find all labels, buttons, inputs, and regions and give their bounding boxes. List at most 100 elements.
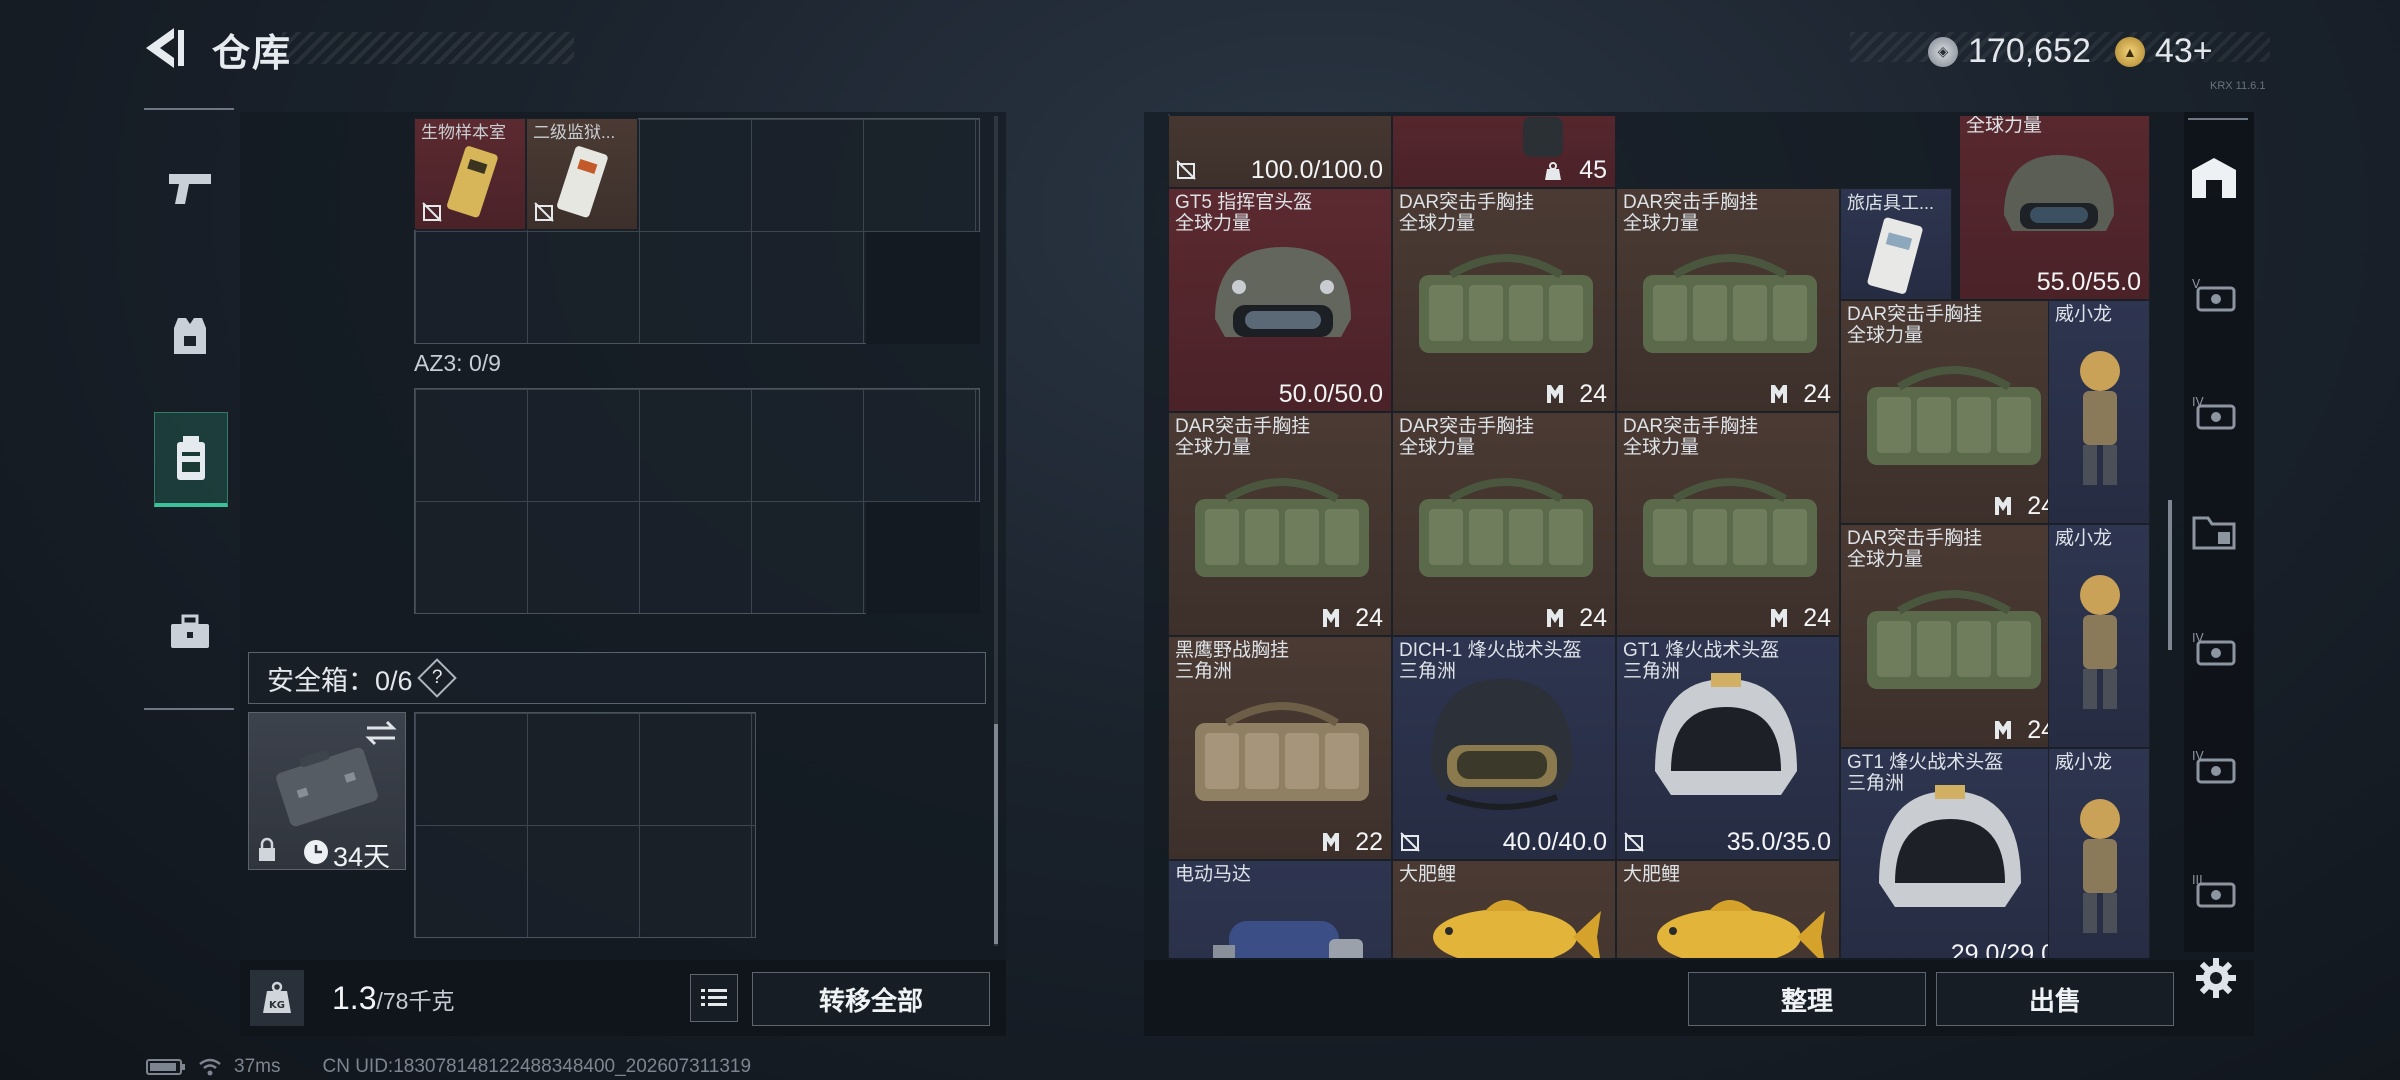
- helmet-icon: [1879, 785, 2021, 907]
- safe-box-slot[interactable]: 34天: [248, 712, 406, 870]
- inventory-scrollbar-thumb[interactable]: [2168, 500, 2172, 650]
- currency-gold-value[interactable]: 43+: [2155, 32, 2213, 71]
- inventory-item[interactable]: DAR突击手胸挂 全球力量 24: [1392, 412, 1616, 636]
- sidebar-storage[interactable]: [2188, 152, 2240, 204]
- inventory-item[interactable]: DAR突击手胸挂 全球力量 24: [1840, 524, 2064, 748]
- currency-silver-value: 170,652: [1968, 32, 2091, 70]
- item-durability: 55.0/55.0: [2036, 268, 2141, 296]
- inventory-item[interactable]: 电动马达: [1168, 860, 1392, 958]
- nav-armor[interactable]: [154, 300, 226, 372]
- item-durability: 24: [1803, 604, 1831, 632]
- inventory-item[interactable]: GT1 烽火战术头盔 三角洲 35.0/35.0: [1616, 636, 1840, 860]
- transfer-all-button[interactable]: 转移全部: [752, 972, 990, 1026]
- sell-button[interactable]: 出售: [1936, 972, 2174, 1026]
- item-count: 45: [1579, 156, 1607, 184]
- swap-icon[interactable]: [363, 719, 399, 747]
- safe-box-grid[interactable]: [414, 712, 756, 938]
- stash-scrollbar-thumb[interactable]: [994, 724, 998, 944]
- keycard-icon: [1867, 217, 1923, 294]
- kg-weight-icon: KG: [263, 981, 291, 1013]
- nav-weapons[interactable]: [154, 152, 226, 224]
- inventory-item[interactable]: GT1 烽火战术头盔 三角洲 29.0/29.0: [1840, 748, 2064, 958]
- keycard-icon: [447, 146, 498, 218]
- inventory-item[interactable]: 威小龙: [2048, 300, 2150, 524]
- help-icon[interactable]: ?: [416, 658, 457, 698]
- sidebar-tier-iii[interactable]: III: [2188, 866, 2240, 918]
- folder-icon: [2192, 516, 2236, 550]
- inventory-item[interactable]: GT5 指挥官头盔 全球力量 50.0/50.0: [1168, 188, 1392, 412]
- nav-case[interactable]: [154, 596, 226, 668]
- item-durability: 22: [1355, 828, 1383, 856]
- sidebar-tier-iv-a[interactable]: IV: [2188, 388, 2240, 440]
- lock-icon: [259, 837, 275, 861]
- armor-vest-icon: [174, 318, 206, 354]
- chest-rig-icon: [1195, 478, 1369, 577]
- page-title: 仓库: [212, 33, 293, 75]
- inventory-item[interactable]: DAR突击手胸挂 全球力量 24: [1616, 412, 1840, 636]
- stash-item[interactable]: 二级监狱...: [526, 118, 638, 230]
- safe-box-header: 安全箱：0/6 ?: [248, 652, 986, 704]
- inventory-item[interactable]: 旅店具工...: [1840, 188, 1952, 300]
- inventory-item[interactable]: 45: [1392, 116, 1616, 188]
- inventory-item[interactable]: 大肥鲤: [1616, 860, 1840, 958]
- gear-icon: [2196, 958, 2236, 998]
- inventory-item[interactable]: 威小龙: [2048, 748, 2150, 958]
- sidebar-tier-v[interactable]: V: [2188, 270, 2240, 322]
- tier-iv-icon: IV: [2192, 395, 2236, 430]
- inventory-item[interactable]: 威小龙: [2048, 524, 2150, 748]
- status-bar: 37ms CN UID:183078148122488348400_202607…: [146, 1056, 751, 1078]
- durability-icon: [1323, 833, 1339, 851]
- gold-coin-icon: ▲: [2114, 36, 2145, 67]
- item-durability: 40.0/40.0: [1502, 828, 1607, 856]
- item-durability: 29.0/29.0: [1950, 940, 2055, 958]
- list-icon: [701, 989, 727, 1006]
- version-note: KRX 11.6.1: [2210, 80, 2266, 92]
- inventory-item[interactable]: DAR突击手胸挂 全球力量 24: [1168, 412, 1392, 636]
- nav-divider-top: [144, 108, 234, 110]
- chest-rig-icon: [1867, 366, 2041, 465]
- item-durability: 24: [1355, 604, 1383, 632]
- inventory-grid[interactable]: 100.0/100.0 45 全球力量 55.0/55.0 GT5 指挥官头盔全…: [1168, 116, 2150, 958]
- back-button[interactable]: [140, 24, 188, 72]
- item-durability: 50.0/50.0: [1278, 380, 1383, 408]
- inventory-item[interactable]: DAR突击手胸挂 全球力量 24: [1616, 188, 1840, 412]
- safe-case-icon: [276, 747, 378, 827]
- inventory-item[interactable]: DICH-1 烽火战术头盔 三角洲 40.0/40.0: [1392, 636, 1616, 860]
- helmet-icon: [1431, 679, 1573, 810]
- silver-coin-icon: ◈: [1928, 36, 1958, 67]
- battery-icon: [146, 1059, 185, 1075]
- weight-icon-box: KG: [250, 970, 304, 1026]
- no-lock-icon: [534, 202, 554, 222]
- chest-rig-icon: [1419, 478, 1593, 577]
- nav-backpack[interactable]: [154, 412, 228, 507]
- settings-button[interactable]: [2194, 956, 2238, 1000]
- durability-icon: [1771, 609, 1787, 627]
- stash-item[interactable]: 生物样本室: [414, 118, 526, 230]
- durability-icon: [1547, 385, 1563, 403]
- nav-divider-bottom: [144, 708, 234, 710]
- uid-text: CN UID:183078148122488348400_20260731131…: [322, 1056, 752, 1077]
- durability-icon: [1323, 609, 1339, 627]
- no-lock-icon: [1624, 832, 1644, 852]
- weight-icon: [1545, 162, 1561, 180]
- electric-motor-icon: [1213, 921, 1363, 958]
- sidebar-tier-iv-c[interactable]: IV: [2188, 742, 2240, 794]
- inventory-item[interactable]: DAR突击手胸挂 全球力量 24: [1392, 188, 1616, 412]
- helmet-icon: [2004, 155, 2114, 231]
- inventory-item[interactable]: 全球力量 55.0/55.0: [1960, 116, 2150, 300]
- inventory-item[interactable]: 100.0/100.0: [1168, 116, 1392, 188]
- inventory-item[interactable]: 大肥鲤: [1392, 860, 1616, 958]
- inventory-item[interactable]: DAR突击手胸挂 全球力量 24: [1840, 300, 2064, 524]
- sidebar-tier-iv-b[interactable]: IV: [2188, 624, 2240, 676]
- sort-button[interactable]: 整理: [1688, 972, 1926, 1026]
- durability-icon: [1995, 721, 2011, 739]
- currency-bar: ◈ 170,652 ▲ 43+: [1928, 32, 2213, 71]
- figurine-icon: [2080, 799, 2120, 933]
- sidebar-folder[interactable]: [2188, 506, 2240, 558]
- inventory-item[interactable]: 黑鹰野战胸挂 三角洲 22: [1168, 636, 1392, 860]
- no-lock-icon: [422, 202, 442, 222]
- pistol-icon: [169, 174, 211, 204]
- list-view-button[interactable]: [690, 974, 738, 1022]
- no-lock-icon: [1400, 832, 1420, 852]
- item-durability: 24: [1579, 380, 1607, 408]
